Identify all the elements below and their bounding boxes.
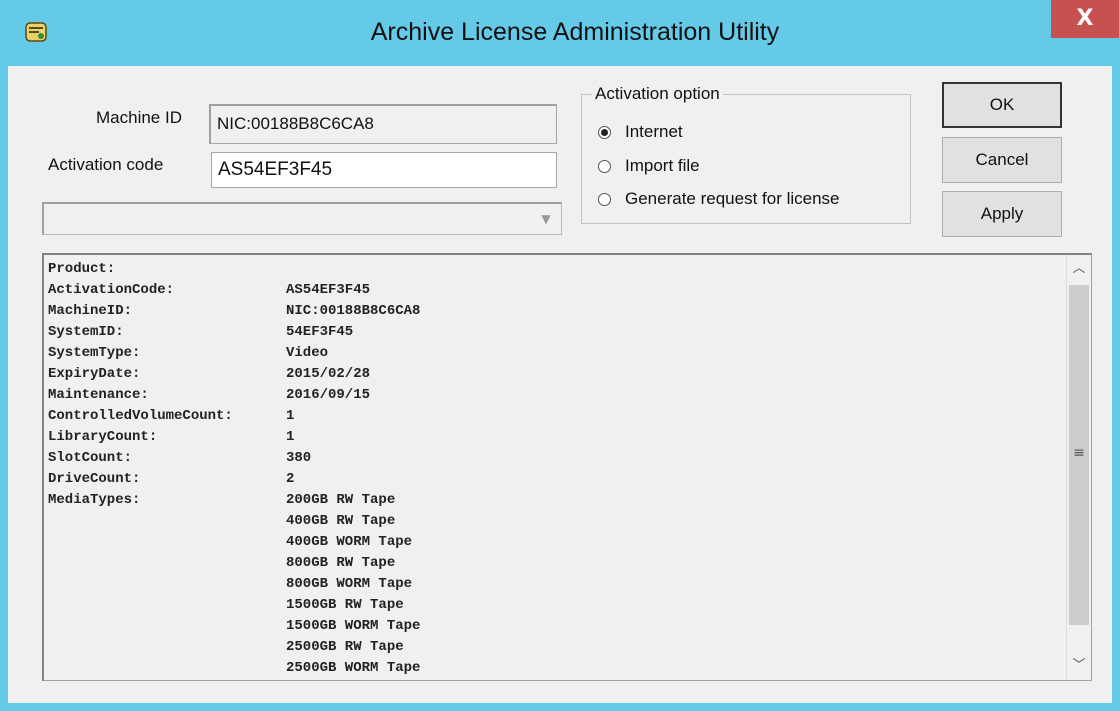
license-info-line: ExpiryDate: 2015/02/28 bbox=[48, 364, 420, 385]
license-info-value: 2016/09/15 bbox=[286, 387, 371, 403]
license-info-key: DriveCount: bbox=[48, 471, 141, 487]
machine-id-field: NIC:00188B8C6CA8 bbox=[209, 104, 557, 144]
license-info-key: MachineID: bbox=[48, 303, 133, 319]
license-info-line: ActivationCode: AS54EF3F45 bbox=[48, 280, 420, 301]
license-info-value: Video bbox=[286, 345, 329, 361]
license-info-value: 1 bbox=[286, 429, 295, 445]
license-info-line: 800GB WORM Tape bbox=[48, 574, 420, 595]
license-info-value: 800GB WORM Tape bbox=[286, 576, 413, 592]
license-info-key: MediaTypes: bbox=[48, 492, 141, 508]
product-combo[interactable]: ▼ bbox=[42, 202, 562, 235]
license-info-value: 54EF3F45 bbox=[286, 324, 354, 340]
license-info-line: MachineID: NIC:00188B8C6CA8 bbox=[48, 301, 420, 322]
license-info-key bbox=[48, 595, 286, 616]
radio-internet[interactable]: Internet bbox=[598, 121, 683, 143]
license-info-value: 800GB RW Tape bbox=[286, 555, 396, 571]
license-info-textbox[interactable]: Product: ActivationCode: AS54EF3F45 Machine… bbox=[42, 253, 1092, 681]
chevron-up-icon[interactable]: ︿ bbox=[1067, 257, 1091, 281]
license-info-key bbox=[48, 616, 286, 637]
license-info-key: Maintenance: bbox=[48, 387, 149, 403]
license-info-line: SystemType: Video bbox=[48, 343, 420, 364]
license-info-line: MediaTypes: 200GB RW Tape bbox=[48, 490, 420, 511]
license-info-line: 2500GB RW Tape bbox=[48, 637, 420, 658]
radio-generate-request-label: Generate request for license bbox=[625, 189, 840, 208]
license-info-key: SystemID: bbox=[48, 324, 124, 340]
license-info-key: LibraryCount: bbox=[48, 429, 158, 445]
license-info-line: DriveCount: 2 bbox=[48, 469, 420, 490]
title-bar[interactable]: Archive License Administration Utility X bbox=[0, 0, 1120, 66]
machine-id-label: Machine ID bbox=[96, 108, 182, 127]
license-admin-window: Archive License Administration Utility X… bbox=[0, 0, 1120, 711]
license-info-key bbox=[48, 658, 286, 679]
license-info-key: ActivationCode: bbox=[48, 282, 175, 298]
license-info-line: 1500GB RW Tape bbox=[48, 595, 420, 616]
license-info-line: LibraryCount: 1 bbox=[48, 427, 420, 448]
scroll-thumb[interactable]: ≡ bbox=[1069, 285, 1089, 625]
license-info-line: 1500GB WORM Tape bbox=[48, 616, 420, 637]
license-info-key: Product: bbox=[48, 261, 116, 277]
license-info-value: 1 bbox=[286, 408, 295, 424]
license-info-line: 2500GB WORM Tape bbox=[48, 658, 420, 679]
radio-button-selected-icon[interactable] bbox=[598, 125, 611, 139]
license-info-key bbox=[48, 553, 286, 574]
activation-option-title: Activation option bbox=[592, 84, 723, 104]
license-info-value: 400GB WORM Tape bbox=[286, 534, 413, 550]
apply-button[interactable]: Apply bbox=[942, 191, 1062, 237]
radio-button-icon[interactable] bbox=[598, 159, 611, 173]
activation-code-label: Activation code bbox=[48, 155, 164, 174]
license-info-line: SystemID: 54EF3F45 bbox=[48, 322, 420, 343]
dropdown-arrow-icon[interactable]: ▼ bbox=[535, 208, 557, 230]
license-info-key: SlotCount: bbox=[48, 450, 133, 466]
grip-icon: ≡ bbox=[1073, 445, 1085, 461]
radio-button-icon[interactable] bbox=[598, 192, 611, 206]
license-info-key: ExpiryDate: bbox=[48, 366, 141, 382]
license-info-value: 1500GB RW Tape bbox=[286, 597, 404, 613]
license-info-key bbox=[48, 511, 286, 532]
license-info-value: 2 bbox=[286, 471, 295, 487]
license-info-line: 400GB RW Tape bbox=[48, 511, 420, 532]
license-info-line: SlotCount: 380 bbox=[48, 448, 420, 469]
license-info-value: 2500GB RW Tape bbox=[286, 639, 404, 655]
window-title: Archive License Administration Utility bbox=[370, 18, 780, 46]
license-info-line: 800GB RW Tape bbox=[48, 553, 420, 574]
license-info-value: 380 bbox=[286, 450, 312, 466]
radio-generate-request[interactable]: Generate request for license bbox=[598, 188, 840, 210]
radio-import-file[interactable]: Import file bbox=[598, 155, 700, 177]
chevron-down-icon[interactable]: ﹀ bbox=[1067, 654, 1091, 678]
license-info-key bbox=[48, 637, 286, 658]
license-info-value: 2500GB WORM Tape bbox=[286, 660, 421, 676]
license-info-value: 2015/02/28 bbox=[286, 366, 371, 382]
activation-option-group: Activation option Internet Import file G… bbox=[581, 84, 911, 224]
cancel-button[interactable]: Cancel bbox=[942, 137, 1062, 183]
activation-code-input[interactable]: AS54EF3F45 bbox=[211, 152, 557, 188]
radio-internet-label: Internet bbox=[625, 122, 683, 141]
dialog-body: Machine ID NIC:00188B8C6CA8 Activation c… bbox=[8, 66, 1112, 703]
license-info-value: NIC:00188B8C6CA8 bbox=[286, 303, 421, 319]
license-info-value: 400GB RW Tape bbox=[286, 513, 396, 529]
license-info-value: AS54EF3F45 bbox=[286, 282, 371, 298]
vertical-scrollbar[interactable]: ︿ ≡ ﹀ bbox=[1066, 255, 1091, 680]
close-button[interactable]: X bbox=[1051, 0, 1119, 38]
license-info-line: ControlledVolumeCount: 1 bbox=[48, 406, 420, 427]
license-info-value: 200GB RW Tape bbox=[286, 492, 396, 508]
license-info-key: SystemType: bbox=[48, 345, 141, 361]
license-info-value: 1500GB WORM Tape bbox=[286, 618, 421, 634]
license-info-key: ControlledVolumeCount: bbox=[48, 408, 233, 424]
license-info-key bbox=[48, 574, 286, 595]
license-info-line: 400GB WORM Tape bbox=[48, 532, 420, 553]
license-info-key bbox=[48, 532, 286, 553]
license-info-lines: Product: ActivationCode: AS54EF3F45 Machine… bbox=[48, 259, 420, 679]
radio-import-file-label: Import file bbox=[625, 156, 700, 175]
ok-button[interactable]: OK bbox=[942, 82, 1062, 128]
license-info-line: Maintenance: 2016/09/15 bbox=[48, 385, 420, 406]
license-info-line: Product: bbox=[48, 259, 420, 280]
